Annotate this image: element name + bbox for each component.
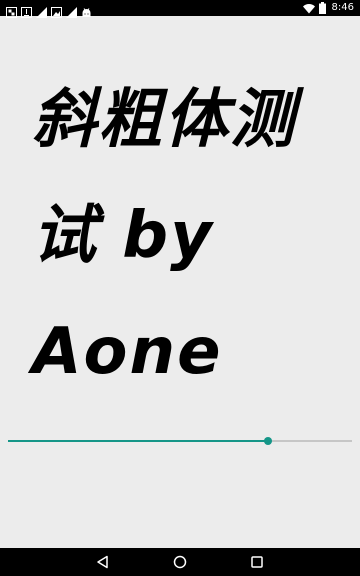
italic-bold-text: 斜粗体测试 by Aone	[32, 83, 296, 389]
main-content: 斜粗体测试 by Aone	[0, 16, 360, 548]
seekbar-progress	[8, 440, 268, 442]
home-icon[interactable]	[172, 554, 188, 570]
back-icon[interactable]	[95, 554, 111, 570]
recents-icon[interactable]	[249, 554, 265, 570]
seekbar[interactable]	[8, 435, 352, 447]
image-icon	[51, 3, 62, 18]
gallery-icon	[6, 3, 17, 18]
signal-icon	[36, 3, 47, 18]
signal-icon	[66, 3, 77, 18]
status-bar: 8:46	[0, 0, 360, 18]
battery-icon	[318, 0, 326, 18]
screen: 8:46 斜粗体测试 by Aone	[0, 0, 360, 576]
status-time: 8:46	[331, 2, 354, 13]
seekbar-thumb[interactable]	[264, 437, 272, 445]
download-icon	[21, 3, 32, 18]
navigation-bar	[0, 548, 360, 576]
android-icon	[81, 3, 92, 17]
wifi-icon	[302, 0, 315, 18]
status-system: 8:46	[302, 0, 354, 18]
status-notifications	[6, 2, 92, 18]
